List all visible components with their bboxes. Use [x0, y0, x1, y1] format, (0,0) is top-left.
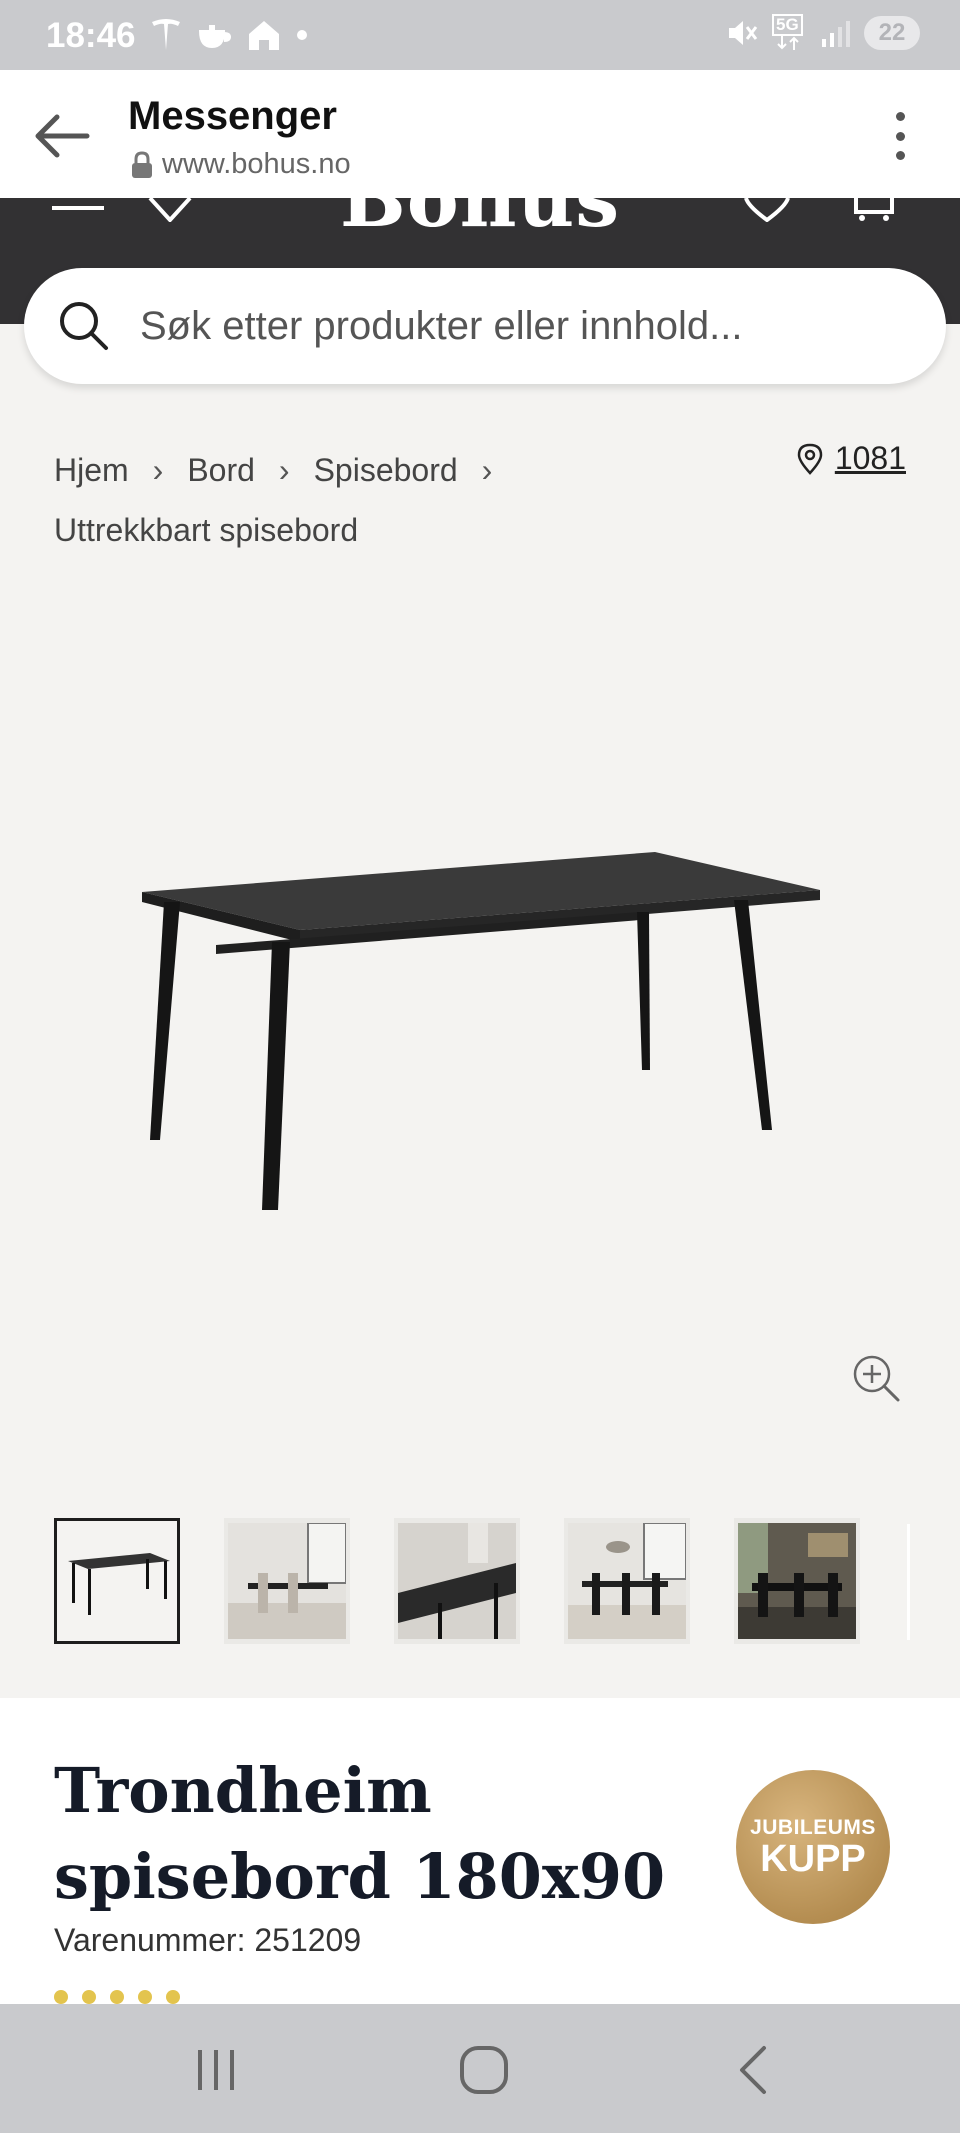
- breadcrumb: Hjem › Bord › Spisebord › Uttrekkbart spisebo…: [54, 440, 614, 560]
- status-system-icons: 5G 22: [726, 14, 920, 50]
- sku-row: Varenummer: 251209: [54, 1922, 361, 1959]
- star-icon: [166, 1990, 180, 2004]
- site-logo[interactable]: Bohus: [0, 198, 960, 245]
- mute-icon: [729, 21, 758, 45]
- app-title: Messenger: [128, 94, 337, 138]
- home-icon: [249, 21, 279, 50]
- breadcrumb-item-bord[interactable]: Bord: [187, 452, 255, 488]
- breadcrumb-item-uttrekkbart-spisebord[interactable]: Uttrekkbart spisebord: [54, 512, 358, 548]
- status-time: 18:46: [46, 16, 136, 55]
- thumbnail-4[interactable]: [564, 1518, 690, 1644]
- kebab-dot: [895, 112, 905, 121]
- url-text: www.bohus.no: [162, 148, 351, 180]
- thumbnail-room-image: [568, 1523, 686, 1639]
- cart-icon[interactable]: [850, 198, 896, 222]
- product-info: Trondheim spisebord 180x90 Varenummer: 2…: [0, 1698, 960, 2004]
- teapot-icon: [198, 25, 232, 49]
- star-icon: [82, 1990, 96, 2004]
- thumbnail-room-image: [738, 1523, 856, 1639]
- lock-icon: [132, 150, 152, 178]
- chevron-right-icon: ›: [152, 452, 164, 488]
- rating-stars[interactable]: [54, 1990, 180, 2004]
- store-number[interactable]: 1081: [835, 440, 906, 477]
- location-pin-icon: [797, 443, 823, 475]
- back-button[interactable]: [30, 104, 94, 168]
- thumbnail-2[interactable]: [224, 1518, 350, 1644]
- store-selector[interactable]: 1081: [797, 440, 906, 477]
- home-button-icon[interactable]: [454, 2040, 514, 2100]
- thumbnail-room-image: [398, 1523, 516, 1639]
- signal-icon: [822, 21, 850, 47]
- menu-icon[interactable]: [52, 198, 106, 218]
- product-title: Trondheim spisebord 180x90: [54, 1754, 666, 1913]
- thumbnail-table-image: [68, 1553, 170, 1615]
- star-icon: [54, 1990, 68, 2004]
- tesla-icon: [152, 19, 180, 50]
- star-icon: [138, 1990, 152, 2004]
- network-label: 5G: [772, 14, 803, 36]
- sku-label: Varenummer:: [54, 1922, 246, 1958]
- thumbnail-strip: [54, 1518, 860, 1644]
- kebab-dot: [895, 151, 905, 160]
- product-image[interactable]: [120, 820, 840, 1240]
- kebab-dot: [895, 131, 905, 141]
- status-notification-icons: [150, 18, 308, 52]
- search-icon[interactable]: [58, 300, 110, 352]
- thumbnail-1[interactable]: [54, 1518, 180, 1644]
- zoom-in-icon[interactable]: [850, 1352, 902, 1404]
- breadcrumb-item-home[interactable]: Hjem: [54, 452, 129, 488]
- search-input[interactable]: [140, 268, 920, 384]
- chevron-right-icon: ›: [278, 452, 290, 488]
- thumbnail-3[interactable]: [394, 1518, 520, 1644]
- system-navigation-bar: [0, 2004, 960, 2133]
- recent-apps-icon[interactable]: [186, 2040, 246, 2100]
- thumbnail-5[interactable]: [734, 1518, 860, 1644]
- thumbnail-overflow-edge: [907, 1524, 910, 1640]
- badge-line2: KUPP: [760, 1838, 866, 1880]
- location-pin-icon[interactable]: [148, 198, 192, 222]
- network-5g-icon: 5G: [772, 14, 806, 50]
- url-row: www.bohus.no: [130, 148, 351, 181]
- sku-value: 251209: [254, 1922, 362, 1958]
- badge-line1: JUBILEUMS: [750, 1816, 876, 1839]
- star-icon: [110, 1990, 124, 2004]
- chevron-right-icon: ›: [481, 452, 493, 488]
- breadcrumb-item-spisebord[interactable]: Spisebord: [314, 452, 458, 488]
- battery-indicator: 22: [864, 16, 920, 50]
- dot-icon: [297, 30, 307, 40]
- heart-icon[interactable]: [744, 198, 790, 222]
- back-nav-icon[interactable]: [724, 2040, 784, 2100]
- search-box: [24, 268, 946, 384]
- arrow-left-icon: [35, 114, 90, 158]
- more-options-button[interactable]: [880, 106, 920, 166]
- status-bar: 18:46 5G 22: [0, 0, 960, 70]
- jubileumskupp-badge: JUBILEUMS KUPP: [736, 1770, 890, 1924]
- in-app-browser-header: Messenger www.bohus.no: [0, 70, 960, 198]
- thumbnail-room-image: [228, 1523, 346, 1639]
